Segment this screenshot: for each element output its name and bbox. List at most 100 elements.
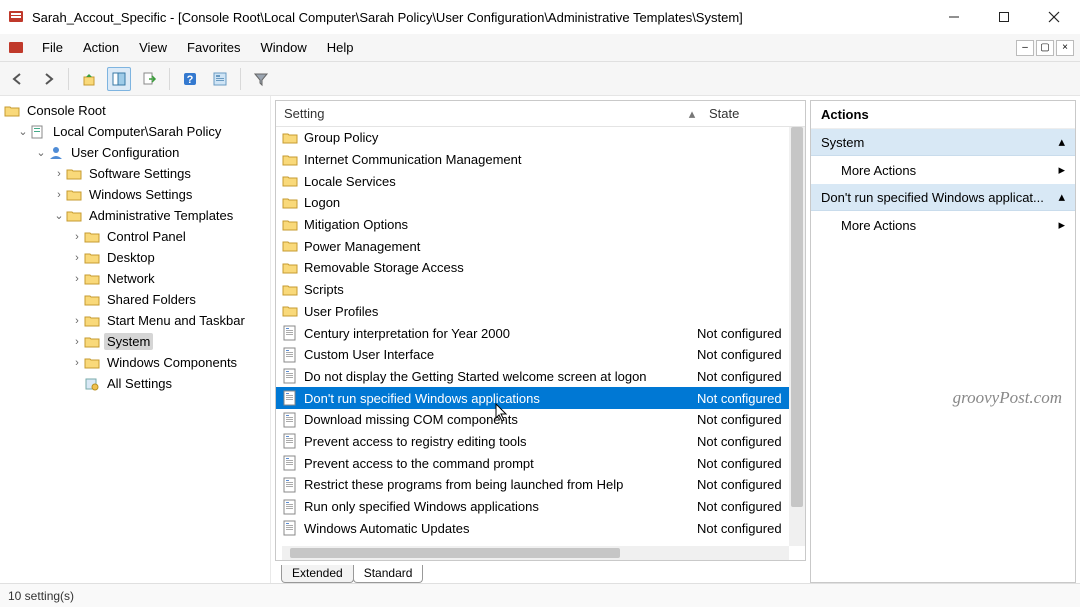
expand-icon[interactable]: › — [70, 315, 84, 327]
expand-icon[interactable]: › — [70, 231, 84, 243]
tree-policy[interactable]: ⌄ Local Computer\Sarah Policy — [4, 121, 270, 142]
list-row[interactable]: Prevent access to registry editing tools… — [276, 431, 805, 453]
list-row[interactable]: Do not display the Getting Started welco… — [276, 366, 805, 388]
column-state[interactable]: State — [697, 106, 805, 121]
actions-section-system[interactable]: System ▴ — [811, 129, 1075, 156]
back-button[interactable] — [6, 67, 30, 91]
list-row[interactable]: Scripts — [276, 279, 805, 301]
list-row[interactable]: Mitigation Options — [276, 214, 805, 236]
folder-icon — [66, 187, 82, 203]
tree-desktop[interactable]: ›Desktop — [4, 247, 270, 268]
row-name: Custom User Interface — [304, 347, 697, 362]
tree-software-settings[interactable]: › Software Settings — [4, 163, 270, 184]
row-name: Locale Services — [304, 174, 697, 189]
mdi-restore-button[interactable]: ▢ — [1036, 40, 1054, 56]
scrollbar-thumb[interactable] — [791, 127, 803, 507]
folder-icon — [84, 355, 100, 371]
row-name: Prevent access to the command prompt — [304, 456, 697, 471]
expand-icon[interactable]: › — [70, 336, 84, 348]
collapse-icon[interactable]: ⌄ — [52, 209, 66, 222]
tree-system[interactable]: ›System — [4, 331, 270, 352]
tab-extended[interactable]: Extended — [281, 565, 354, 583]
actions-more-system[interactable]: More Actions ▸ — [811, 156, 1075, 184]
list-row[interactable]: Group Policy — [276, 127, 805, 149]
mdi-minimize-button[interactable]: – — [1016, 40, 1034, 56]
tree-windows-settings[interactable]: › Windows Settings — [4, 184, 270, 205]
list-row[interactable]: Internet Communication Management — [276, 149, 805, 171]
folder-icon — [4, 103, 20, 119]
scrollbar-thumb[interactable] — [290, 548, 620, 558]
setting-icon — [282, 347, 298, 363]
menu-view[interactable]: View — [129, 36, 177, 59]
menu-help[interactable]: Help — [317, 36, 364, 59]
list-row[interactable]: Prevent access to the command promptNot … — [276, 452, 805, 474]
list-row[interactable]: Locale Services — [276, 170, 805, 192]
expand-icon[interactable]: › — [70, 357, 84, 369]
setting-icon — [282, 433, 298, 449]
export-button[interactable] — [137, 67, 161, 91]
list-row[interactable]: Logon — [276, 192, 805, 214]
expand-icon[interactable]: › — [52, 168, 66, 180]
list-row[interactable]: Custom User InterfaceNot configured — [276, 344, 805, 366]
properties-button[interactable] — [208, 67, 232, 91]
expand-icon[interactable]: › — [52, 189, 66, 201]
list-row[interactable]: Download missing COM componentsNot confi… — [276, 409, 805, 431]
expand-icon[interactable]: › — [70, 273, 84, 285]
list-row[interactable]: Don't run specified Windows applications… — [276, 387, 805, 409]
collapse-icon[interactable]: ⌄ — [34, 146, 48, 159]
forward-button[interactable] — [36, 67, 60, 91]
close-button[interactable] — [1042, 5, 1066, 29]
up-button[interactable] — [77, 67, 101, 91]
menu-favorites[interactable]: Favorites — [177, 36, 250, 59]
folder-icon — [84, 271, 100, 287]
list-row[interactable]: User Profiles — [276, 301, 805, 323]
filter-button[interactable] — [249, 67, 273, 91]
list-row[interactable]: Power Management — [276, 235, 805, 257]
tree-all-settings[interactable]: All Settings — [4, 373, 270, 394]
maximize-button[interactable] — [992, 5, 1016, 29]
actions-pane: Actions System ▴ More Actions ▸ Don't ru… — [810, 100, 1076, 583]
tree-console-root[interactable]: Console Root — [4, 100, 270, 121]
list-row[interactable]: Windows Automatic UpdatesNot configured — [276, 517, 805, 539]
tree-shared-folders[interactable]: Shared Folders — [4, 289, 270, 310]
column-setting[interactable]: Setting — [276, 106, 687, 121]
view-tabs: Extended Standard — [275, 561, 806, 583]
mdi-close-button[interactable]: × — [1056, 40, 1074, 56]
help-button[interactable]: ? — [178, 67, 202, 91]
menu-file[interactable]: File — [32, 36, 73, 59]
folder-icon — [282, 260, 298, 276]
row-name: Do not display the Getting Started welco… — [304, 369, 697, 384]
tree-admin-templates[interactable]: ⌄ Administrative Templates — [4, 205, 270, 226]
collapse-icon[interactable]: ⌄ — [16, 125, 30, 138]
minimize-button[interactable] — [942, 5, 966, 29]
list-row[interactable]: Removable Storage Access — [276, 257, 805, 279]
tree-start-menu[interactable]: ›Start Menu and Taskbar — [4, 310, 270, 331]
center-pane: Setting ▴ State Group PolicyInternet Com… — [275, 100, 806, 561]
vertical-scrollbar[interactable] — [789, 127, 805, 546]
show-tree-button[interactable] — [107, 67, 131, 91]
tree-windows-components[interactable]: ›Windows Components — [4, 352, 270, 373]
tree-network[interactable]: ›Network — [4, 268, 270, 289]
tree-control-panel[interactable]: ›Control Panel — [4, 226, 270, 247]
menu-action[interactable]: Action — [73, 36, 129, 59]
folder-icon — [84, 334, 100, 350]
list-row[interactable]: Run only specified Windows applicationsN… — [276, 496, 805, 518]
chevron-right-icon: ▸ — [1058, 217, 1065, 233]
status-text: 10 setting(s) — [8, 589, 74, 603]
statusbar: 10 setting(s) — [0, 583, 1080, 607]
tree-user-configuration[interactable]: ⌄ User Configuration — [4, 142, 270, 163]
folder-icon — [84, 313, 100, 329]
setting-icon — [282, 368, 298, 384]
toolbar: ? — [0, 62, 1080, 96]
list-row[interactable]: Century interpretation for Year 2000Not … — [276, 322, 805, 344]
actions-more-selected[interactable]: More Actions ▸ — [811, 211, 1075, 239]
tab-standard[interactable]: Standard — [353, 565, 424, 583]
expand-icon[interactable]: › — [70, 252, 84, 264]
actions-section-selected[interactable]: Don't run specified Windows applicat... … — [811, 184, 1075, 211]
menu-window[interactable]: Window — [251, 36, 317, 59]
folder-icon — [282, 282, 298, 298]
folder-icon — [282, 173, 298, 189]
menubar: File Action View Favorites Window Help –… — [0, 34, 1080, 62]
horizontal-scrollbar[interactable] — [282, 546, 789, 560]
list-row[interactable]: Restrict these programs from being launc… — [276, 474, 805, 496]
